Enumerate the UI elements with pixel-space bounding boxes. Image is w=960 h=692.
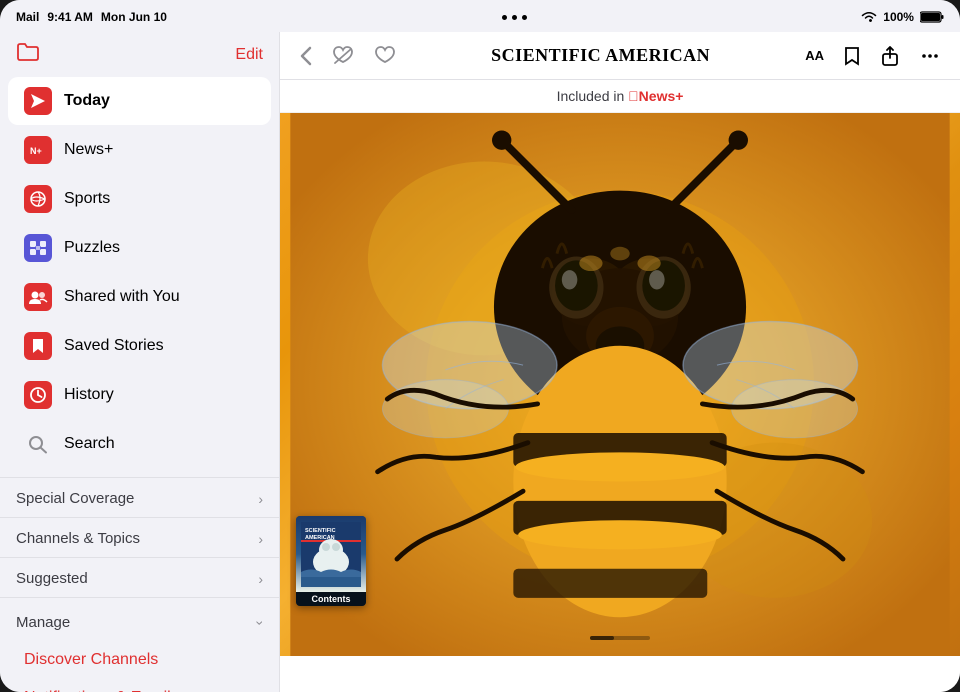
nav-item-puzzles[interactable]: Puzzles [8,224,271,272]
sidebar-nav: Today N+ News+ [0,76,279,469]
bee-illustration [280,113,960,656]
like-button[interactable] [370,42,400,70]
nav-item-search[interactable]: Search [8,420,271,468]
nav-item-shared[interactable]: Shared with You [8,273,271,321]
nav-label-sports: Sports [64,190,110,208]
nav-label-history: History [64,386,114,404]
special-coverage-row[interactable]: Special Coverage › [0,477,279,517]
nav-label-today: Today [64,92,110,110]
sidebar-header: Edit [0,32,279,76]
status-date: Mon Jun 10 [101,10,167,24]
thumb-label: Contents [296,592,366,606]
discover-channels-item[interactable]: Discover Channels [8,641,271,679]
nav-item-newsplus[interactable]: N+ News+ [8,126,271,174]
status-app: Mail [16,10,39,24]
status-left: Mail 9:41 AM Mon Jun 10 [16,10,167,24]
svg-text:N+: N+ [30,146,42,156]
toolbar-right: AA [801,42,944,70]
thumb-image: SCIENTIFIC AMERICAN [296,516,366,592]
status-center [502,15,527,20]
nav-label-saved: Saved Stories [64,337,164,355]
special-coverage-label: Special Coverage [16,490,134,507]
newsplus-icon: N+ [24,136,52,164]
suggested-row[interactable]: Suggested › [0,557,279,597]
notifications-email-item[interactable]: Notifications & Email [8,679,271,692]
toolbar-left [296,42,400,70]
search-nav-icon [24,430,52,458]
suggested-chevron: › [258,571,263,587]
sidebar-sections: Special Coverage › Channels & Topics › S… [0,477,279,597]
suggested-label: Suggested [16,570,88,587]
status-time: 9:41 AM [47,10,93,24]
page-indicator [590,636,650,640]
svg-text:SCIENTIFIC: SCIENTIFIC [305,528,336,534]
status-bar: Mail 9:41 AM Mon Jun 10 100% [0,0,960,32]
discover-channels-label: Discover Channels [24,651,158,668]
nav-item-today[interactable]: Today [8,77,271,125]
more-button[interactable] [916,42,944,70]
shared-icon [24,283,52,311]
article-image: SCIENTIFIC AMERICAN [280,113,960,656]
dislike-button[interactable] [328,42,358,70]
sidebar: Edit Today N+ [0,32,280,692]
page-indicator-fill [590,636,614,640]
channels-topics-row[interactable]: Channels & Topics › [0,517,279,557]
channels-topics-chevron: › [258,531,263,547]
font-size-button[interactable]: AA [801,44,828,67]
manage-section: Manage › Discover Channels Notifications… [0,597,279,692]
puzzles-icon [24,234,52,262]
included-text: Included in [557,88,629,104]
manage-label: Manage [16,614,70,631]
battery-percent: 100% [883,10,914,24]
status-right: 100% [861,10,944,24]
article-title: Scientific American [491,45,710,66]
nav-label-puzzles: Puzzles [64,239,120,257]
nav-item-sports[interactable]: Sports [8,175,271,223]
wifi-icon [861,11,877,23]
nav-label-newsplus: News+ [64,141,113,159]
share-button[interactable] [876,42,904,70]
manage-header[interactable]: Manage › [0,602,279,639]
status-dot-1 [502,15,507,20]
status-dot-3 [522,15,527,20]
back-button[interactable] [296,42,316,70]
channels-topics-label: Channels & Topics [16,530,140,547]
included-banner: Included in News+ [280,80,960,113]
bookmark-button[interactable] [840,42,864,70]
article-toolbar: Scientific American AA [280,32,960,80]
nav-item-saved[interactable]: Saved Stories [8,322,271,370]
article-image-container: SCIENTIFIC AMERICAN [280,113,960,692]
special-coverage-chevron: › [258,491,263,507]
edit-button[interactable]: Edit [235,46,263,64]
today-icon [24,87,52,115]
nav-label-shared: Shared with You [64,288,180,306]
status-dot-2 [512,15,517,20]
nav-item-history[interactable]: History [8,371,271,419]
history-icon [24,381,52,409]
device-frame: Mail 9:41 AM Mon Jun 10 100% [0,0,960,692]
sports-icon [24,185,52,213]
manage-chevron: › [253,620,269,625]
article-pane: Scientific American AA [280,32,960,692]
manage-actions: Discover Channels Notifications & Email … [0,639,279,692]
main-content: Edit Today N+ [0,32,960,692]
folder-icon [16,42,40,68]
magazine-thumbnail[interactable]: SCIENTIFIC AMERICAN [296,516,366,606]
nav-label-search: Search [64,435,115,453]
battery-icon [920,11,944,23]
saved-icon [24,332,52,360]
newsplus-badge: News+ [628,88,683,104]
